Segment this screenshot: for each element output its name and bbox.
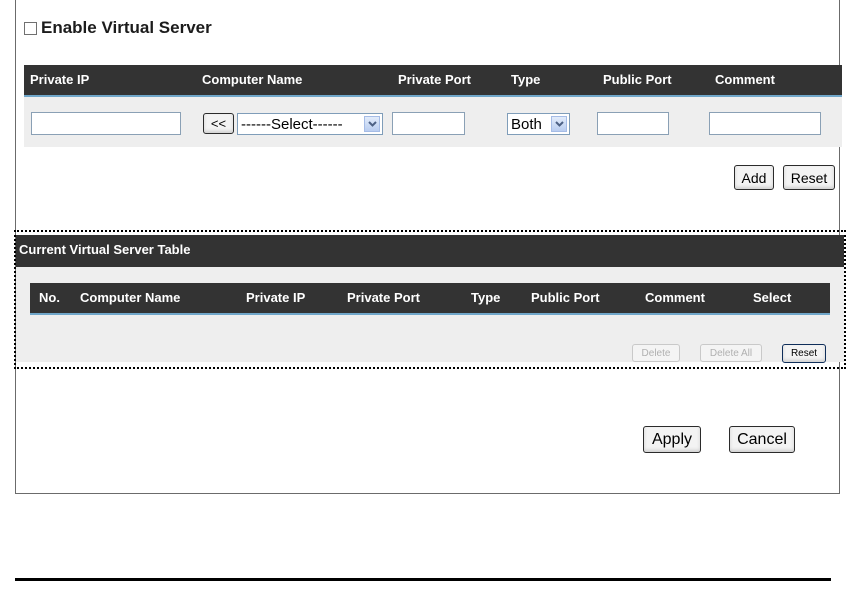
col-private-ip: Private IP <box>246 290 306 305</box>
col-computer-name: Computer Name <box>80 290 181 305</box>
col-public-port: Public Port <box>603 72 672 87</box>
current-table-columns: No. Computer Name Private IP Private Por… <box>30 283 830 315</box>
public-port-input[interactable] <box>597 112 669 135</box>
delete-all-button[interactable]: Delete All <box>700 344 762 362</box>
type-select[interactable]: Both <box>507 113 570 135</box>
col-private-ip: Private IP <box>30 72 90 87</box>
col-type: Type <box>511 72 541 87</box>
private-ip-input[interactable] <box>31 112 181 135</box>
col-private-port: Private Port <box>398 72 471 87</box>
form-input-row: << ------Select------ Both <box>24 97 842 147</box>
col-type: Type <box>471 290 501 305</box>
type-select-value: Both <box>511 115 542 133</box>
reset-form-button[interactable]: Reset <box>783 165 835 190</box>
current-table-title: Current Virtual Server Table <box>19 242 191 257</box>
current-table-header: Current Virtual Server Table <box>16 235 844 267</box>
form-header: Private IP Computer Name Private Port Ty… <box>24 65 842 97</box>
private-port-input[interactable] <box>392 112 465 135</box>
current-table-highlight: Current Virtual Server Table No. Compute… <box>14 230 846 369</box>
add-button[interactable]: Add <box>734 165 774 190</box>
bottom-divider <box>15 578 831 581</box>
computer-name-select-value: ------Select------ <box>241 115 343 133</box>
col-public-port: Public Port <box>531 290 600 305</box>
enable-virtual-server-checkbox[interactable] <box>24 21 37 35</box>
col-comment: Comment <box>715 72 775 87</box>
cancel-button[interactable]: Cancel <box>729 426 795 453</box>
computer-name-select[interactable]: ------Select------ <box>237 113 383 135</box>
reset-table-button[interactable]: Reset <box>782 344 826 363</box>
copy-computer-button[interactable]: << <box>203 113 234 134</box>
chevron-down-icon <box>364 116 380 132</box>
col-no: No. <box>39 290 60 305</box>
current-table-area: No. Computer Name Private IP Private Por… <box>16 267 844 363</box>
apply-button[interactable]: Apply <box>643 426 701 453</box>
enable-virtual-server-row[interactable]: Enable Virtual Server <box>24 18 212 38</box>
chevron-down-icon <box>551 116 567 132</box>
delete-button[interactable]: Delete <box>632 344 680 362</box>
enable-virtual-server-label: Enable Virtual Server <box>41 18 212 37</box>
col-private-port: Private Port <box>347 290 420 305</box>
col-select: Select <box>753 290 792 305</box>
col-comment: Comment <box>645 290 705 305</box>
col-computer-name: Computer Name <box>202 72 303 87</box>
comment-input[interactable] <box>709 112 821 135</box>
